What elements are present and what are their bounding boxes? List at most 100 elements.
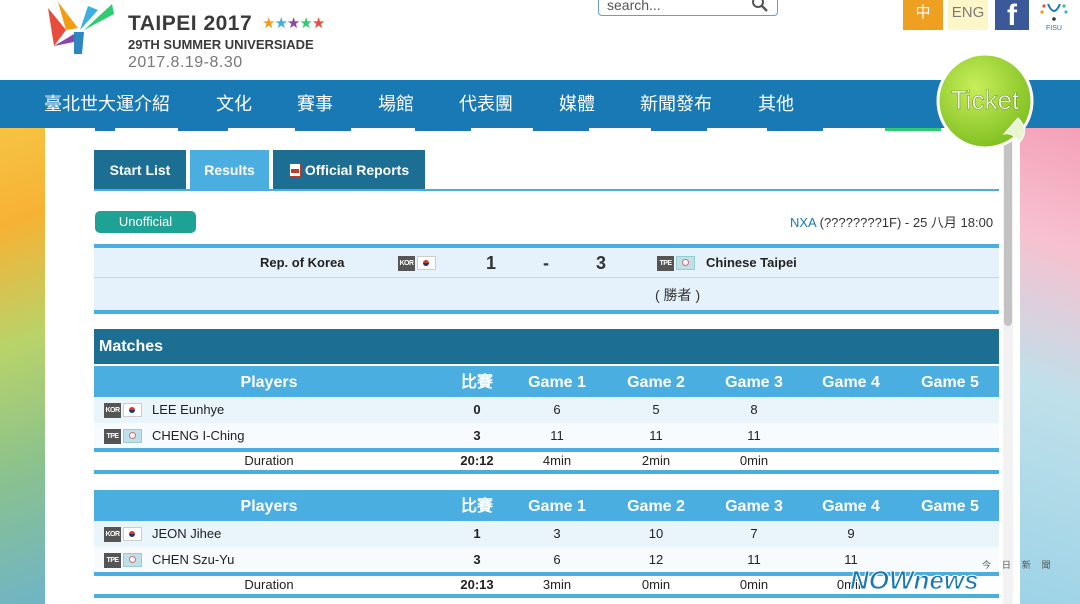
logo-subtitle: 29TH SUMMER UNIVERSIADE	[128, 37, 314, 52]
nownews-watermark-logo: 今 日 新 聞 NOWnews	[850, 559, 1055, 594]
venue-link[interactable]: NXA	[790, 215, 816, 230]
svg-text:NOWnews: NOWnews	[850, 565, 979, 594]
game4-score	[806, 397, 896, 423]
team-a-score: 1	[486, 253, 497, 273]
search-icon[interactable]	[751, 0, 769, 13]
search-box[interactable]	[598, 0, 778, 16]
universiade-logo-icon[interactable]	[44, 0, 116, 56]
game2-score: 5	[652, 402, 660, 417]
tpe-flag-icon: TPE	[104, 552, 142, 568]
player-name: LEE Eunhye	[152, 402, 225, 417]
lang-zh-button[interactable]: 中	[903, 0, 943, 30]
duration-total: 20:12	[460, 453, 494, 468]
header-game2: Game 2	[627, 374, 685, 391]
game4-score: 9	[847, 526, 855, 541]
duration-game2: 2min	[641, 453, 671, 468]
nav-item-other[interactable]: 其他	[758, 80, 794, 128]
svg-text:今 日 新 聞: 今 日 新 聞	[982, 559, 1055, 571]
duration-game3: 0min	[739, 453, 769, 468]
winner-note: ( 勝者 )	[655, 287, 701, 303]
header-game4: Game 4	[822, 498, 880, 515]
venue-info: NXA (????????1F) - 25 八月 18:00	[790, 212, 993, 231]
nav-item-culture[interactable]: 文化	[216, 80, 252, 128]
venue-detail: (????????1F) - 25 八月 18:00	[816, 215, 994, 230]
game3-score: 11	[747, 552, 761, 567]
header-players: Players	[240, 374, 298, 391]
game3-score: 8	[750, 402, 758, 417]
header-game3: Game 3	[725, 498, 783, 515]
nav-item-events[interactable]: 賽事	[297, 80, 333, 128]
duration-total: 20:13	[460, 577, 494, 592]
tab-underline	[94, 189, 999, 191]
header-game3: Game 3	[725, 374, 783, 391]
game1-score: 6	[553, 552, 561, 567]
tab-results[interactable]: Results	[190, 150, 269, 190]
header-game5: Game 5	[921, 498, 979, 515]
game1-score: 6	[553, 402, 561, 417]
match-score: 3	[473, 428, 481, 443]
header-players: Players	[240, 498, 298, 515]
match-score: 3	[473, 552, 481, 567]
player-name: JEON Jihee	[152, 526, 222, 541]
player-name: CHENG I-Ching	[152, 428, 245, 443]
header-game5: Game 5	[921, 374, 979, 391]
match-score: 1	[473, 526, 481, 541]
match-table-header: Players 比賽 Game 1 Game 2 Game 3 Game 4 G…	[94, 366, 999, 399]
match-score: 0	[473, 402, 481, 417]
team-b-score: 3	[596, 253, 607, 273]
header-match: 比賽	[460, 374, 493, 391]
score-separator: -	[543, 253, 549, 273]
tpe-flag-icon: TPE	[104, 428, 142, 444]
site-header: TAIPEI 2017 ★★★★★ 29TH SUMMER UNIVERSIAD…	[0, 0, 1080, 80]
facebook-icon[interactable]: f	[995, 0, 1029, 32]
duration-game4	[806, 452, 896, 470]
game2-score: 12	[648, 552, 664, 567]
status-badge: Unofficial	[95, 211, 196, 233]
game3-score: 7	[750, 526, 758, 541]
duration-label: Duration	[244, 453, 294, 468]
duration-game3: 0min	[739, 577, 769, 592]
game1-score: 3	[553, 526, 561, 541]
tab-official-reports-label: Official Reports	[304, 162, 410, 178]
main-nav: 臺北世大運介紹 文化 賽事 場館 代表團 媒體 新聞發布 其他	[0, 80, 1080, 128]
game2-score: 10	[648, 526, 664, 541]
fisu-logo-icon[interactable]: FISU	[1036, 0, 1072, 32]
kor-flag-icon: KOR	[398, 255, 436, 271]
game3-score: 11	[747, 428, 761, 443]
tpe-flag-icon: TPE	[657, 255, 695, 271]
header-game1: Game 1	[528, 374, 586, 391]
decorative-background-right	[1020, 128, 1080, 604]
matches-section-title: Matches	[94, 329, 999, 364]
table-row: KOR LEE Eunhye 0 6 5 8	[94, 397, 999, 423]
lang-en-button[interactable]: ENG	[948, 0, 988, 30]
table-row: TPE CHENG I-Ching 3 11 11 11	[94, 423, 999, 449]
nav-item-intro[interactable]: 臺北世大運介紹	[44, 80, 170, 128]
header-match: 比賽	[460, 498, 493, 515]
nav-item-delegations[interactable]: 代表團	[459, 80, 513, 128]
game2-score: 11	[649, 428, 663, 443]
header-game2: Game 2	[627, 498, 685, 515]
table-row: KOR JEON Jihee 1 3 10 7 9	[94, 521, 999, 547]
game1-score: 11	[550, 428, 564, 443]
nav-item-media[interactable]: 媒體	[559, 80, 595, 128]
scrollbar-thumb[interactable]	[1004, 130, 1012, 326]
score-divider	[94, 277, 999, 278]
duration-game1: 4min	[542, 453, 572, 468]
team-a-name: Rep. of Korea	[260, 255, 345, 270]
search-input[interactable]	[605, 0, 749, 14]
ticket-button[interactable]: Ticket	[934, 52, 1036, 150]
tab-start-list[interactable]: Start List	[94, 150, 186, 190]
tab-official-reports[interactable]: Official Reports	[273, 150, 425, 190]
header-game4: Game 4	[822, 374, 880, 391]
nav-item-venues[interactable]: 場館	[378, 80, 414, 128]
duration-label: Duration	[244, 577, 294, 592]
nav-item-press[interactable]: 新聞發布	[640, 80, 712, 128]
svg-text:FISU: FISU	[1046, 25, 1062, 32]
logo-dates: 2017.8.19-8.30	[128, 54, 243, 71]
logo-stars-icon: ★★★★★	[262, 15, 325, 32]
logo-title: TAIPEI 2017	[128, 12, 253, 35]
duration-game2: 0min	[641, 577, 671, 592]
ticket-label: Ticket	[951, 85, 1020, 115]
header-game1: Game 1	[528, 498, 586, 515]
decorative-background-left	[0, 128, 45, 604]
